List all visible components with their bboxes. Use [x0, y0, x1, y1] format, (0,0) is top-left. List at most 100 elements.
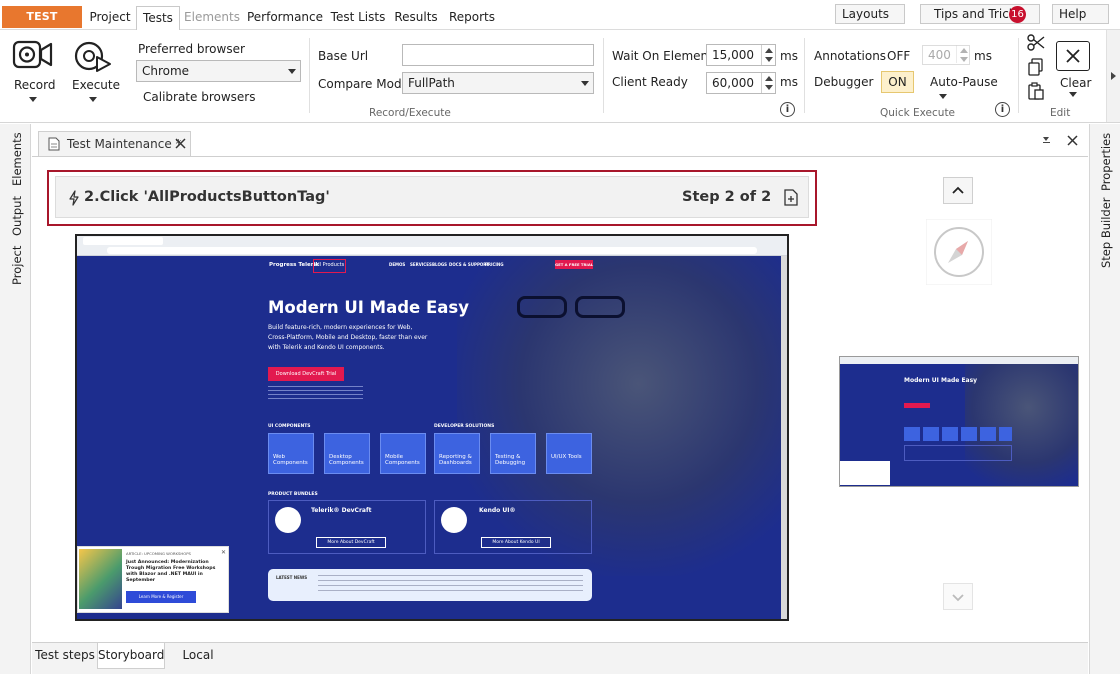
brand-label[interactable]: TEST STUDIO — [2, 6, 82, 45]
tab-project[interactable]: Project — [86, 6, 134, 30]
tile-testing: Testing & Debugging — [490, 433, 536, 474]
help-label: Help — [1059, 7, 1087, 21]
debugger-toggle[interactable]: ON — [881, 71, 914, 93]
client-ms-unit: ms — [780, 75, 798, 89]
chevron-down-icon — [288, 69, 296, 74]
paste-icon[interactable] — [1027, 82, 1045, 100]
info-icon[interactable]: i — [995, 102, 1010, 117]
client-ready-input[interactable]: 60,000 — [706, 72, 776, 94]
kendo-button: More About Kendo UI — [481, 537, 551, 548]
doc-tab-test-maintenance[interactable]: Test Maintenance * — [38, 131, 191, 156]
close-icon[interactable] — [1067, 135, 1078, 146]
annotations-duration-input[interactable]: 400 — [922, 45, 970, 65]
previous-step-button[interactable] — [943, 177, 973, 204]
news-text — [318, 575, 583, 595]
tile-label: Web Components — [273, 454, 308, 466]
side-tab-step-builder[interactable]: Step Builder — [1099, 197, 1113, 268]
doc-tab-title: Test Maintenance * — [67, 137, 182, 151]
dev-solutions-label: DEVELOPER SOLUTIONS — [434, 424, 495, 429]
compare-mode-select[interactable]: FullPath — [402, 72, 594, 94]
browser-tab — [83, 237, 163, 245]
tile-label: UI/UX Tools — [551, 454, 582, 460]
wait-spinner[interactable] — [761, 45, 775, 65]
help-dropdown[interactable]: Help — [1052, 4, 1109, 35]
thumb-popup — [840, 461, 890, 485]
layouts-label: Layouts — [842, 7, 890, 21]
tab-elements[interactable]: Elements — [183, 6, 241, 30]
tab-local-data[interactable]: Local data — [168, 643, 228, 674]
tile-desktop: Desktop Components — [324, 433, 370, 474]
record-button[interactable]: Record — [8, 37, 58, 107]
close-icon — [1066, 49, 1080, 63]
client-ready-spinner[interactable] — [761, 73, 775, 93]
group-label-record-execute: Record/Execute — [369, 107, 451, 119]
ribbon-scroll[interactable] — [1106, 30, 1120, 122]
news-bar: LATEST NEWS — [268, 569, 592, 601]
site-logo: Progress Telerik — [269, 262, 319, 268]
annotations-ms-unit: ms — [974, 49, 992, 63]
step-title: 2.Click 'AllProductsButtonTag' — [84, 189, 330, 205]
client-ready-value: 60,000 — [712, 76, 754, 90]
client-ready-label: Client Ready — [612, 75, 688, 89]
tile-mobile: Mobile Components — [380, 433, 426, 474]
bundles-label: PRODUCT BUNDLES — [268, 492, 318, 497]
hero-headline: Modern UI Made Easy — [268, 298, 469, 317]
ui-components-label: UI COMPONENTS — [268, 424, 311, 429]
base-url-input[interactable] — [402, 44, 594, 66]
close-icon[interactable] — [175, 138, 186, 149]
overflow-menu-line — [1043, 142, 1050, 143]
hero-fineprint — [268, 386, 363, 400]
annotations-toggle[interactable]: OFF — [887, 49, 910, 63]
annotations-spinner[interactable] — [956, 45, 970, 63]
hero-download-button: Download DevCraft Trial — [268, 367, 344, 381]
screenshot-thumbnail[interactable]: Modern UI Made Easy — [839, 356, 1079, 487]
layouts-dropdown[interactable]: Layouts — [835, 4, 905, 35]
wait-on-elements-input[interactable]: 15,000 — [706, 44, 776, 66]
step-details-icon[interactable] — [784, 189, 798, 206]
news-label: LATEST NEWS — [276, 575, 308, 580]
hero-subline-2: Cross-Platform, Mobile and Desktop, fast… — [268, 334, 428, 341]
chevron-down-icon — [89, 97, 97, 102]
group-label-edit: Edit — [1050, 107, 1071, 119]
tab-storyboard[interactable]: Storyboard — [97, 643, 165, 669]
popup-close-icon: ✕ — [221, 549, 227, 556]
cut-icon[interactable] — [1027, 34, 1045, 52]
wait-on-elements-value: 15,000 — [712, 48, 754, 62]
chevron-down-icon — [1069, 92, 1077, 97]
execute-play-icon — [74, 41, 111, 72]
auto-pause-dropdown[interactable]: Auto-Pause — [930, 75, 1010, 103]
right-side-rail: Properties Step Builder — [1089, 124, 1120, 674]
tab-test-steps[interactable]: Test steps — [34, 643, 96, 669]
side-tab-properties[interactable]: Properties — [1099, 133, 1113, 191]
tab-performance[interactable]: Performance — [246, 6, 324, 30]
tab-tests[interactable]: Tests — [136, 6, 180, 31]
step-header-panel: 2.Click 'AllProductsButtonTag' Step 2 of… — [55, 176, 809, 218]
chevron-down-icon — [29, 97, 37, 102]
thumb-cta — [904, 403, 930, 408]
record-camera-icon — [12, 40, 53, 69]
side-tab-project[interactable]: Project — [10, 246, 24, 285]
next-step-button[interactable] — [943, 583, 973, 610]
thumb-photo — [965, 364, 1078, 486]
tile-uiux: UI/UX Tools — [546, 433, 592, 474]
copy-icon[interactable] — [1027, 58, 1045, 76]
chevron-right-icon — [1111, 72, 1116, 80]
overflow-menu-icon[interactable] — [1043, 137, 1049, 141]
wait-ms-unit: ms — [780, 49, 798, 63]
workshop-popup: ARTICLE: UPCOMING WORKSHOPS Just Announc… — [77, 546, 229, 613]
preferred-browser-select[interactable]: Chrome — [136, 60, 301, 82]
hero-glasses-left — [517, 296, 567, 318]
clear-button[interactable] — [1056, 41, 1090, 71]
kendo-avatar — [441, 507, 467, 533]
side-tab-output[interactable]: Output — [10, 196, 24, 236]
tab-reports[interactable]: Reports — [445, 6, 499, 30]
info-icon[interactable]: i — [780, 102, 795, 117]
devcraft-card: Telerik® DevCraft More About DevCraft — [268, 500, 426, 554]
tile-label: Desktop Components — [329, 454, 364, 466]
execute-button[interactable]: Execute — [70, 37, 120, 107]
tab-test-lists[interactable]: Test Lists — [328, 6, 388, 30]
tab-results[interactable]: Results — [392, 6, 440, 30]
side-tab-elements[interactable]: Elements — [10, 132, 24, 186]
calibrate-browsers-button[interactable]: Calibrate browsers — [143, 90, 255, 104]
tips-and-tricks-button[interactable]: Tips and Tricks 16 — [920, 4, 1040, 24]
